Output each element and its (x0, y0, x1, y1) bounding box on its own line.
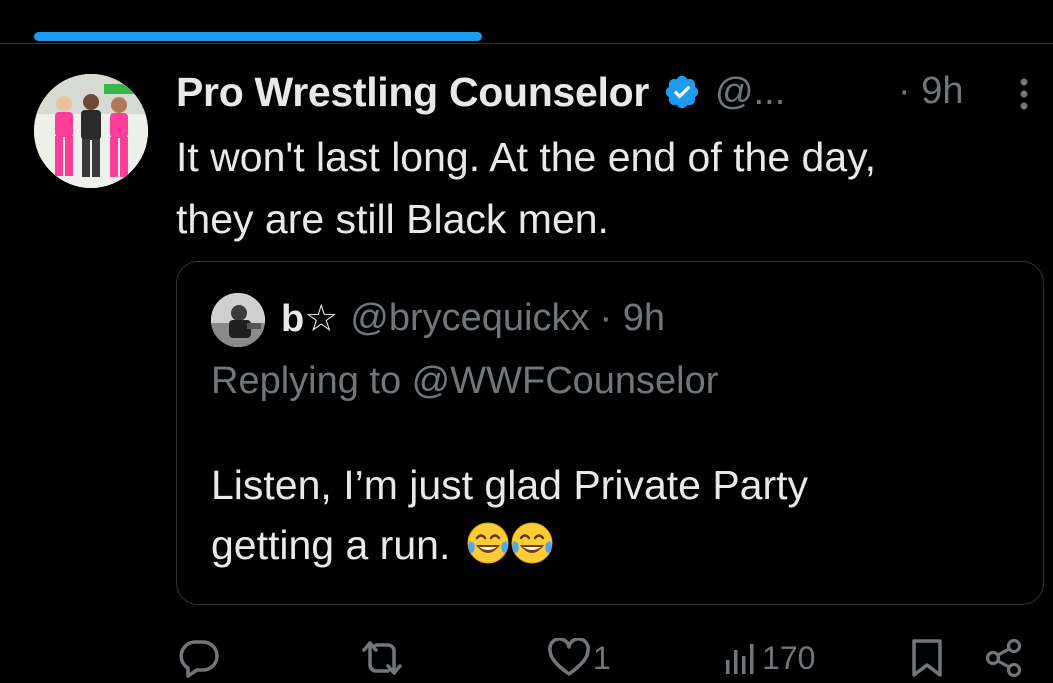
quoted-post-text: Listen, I’m just glad Private Party gett… (211, 455, 808, 575)
views-button[interactable]: 170 (722, 638, 815, 678)
face-with-tears-of-joy-emoji (467, 522, 509, 564)
author-handle[interactable]: @... (715, 71, 785, 114)
like-count: 1 (593, 639, 611, 676)
share-icon (985, 638, 1022, 678)
reply-button[interactable] (177, 638, 221, 678)
post-timestamp[interactable]: · 9h (898, 70, 963, 113)
quoted-text-line-with-emoji: getting a run. (211, 515, 808, 575)
repost-button[interactable] (358, 640, 406, 676)
reply-icon (179, 640, 219, 678)
quoted-text-line: getting a run. (211, 522, 451, 568)
quoted-post-header: b☆ @brycequickx · 9h (281, 296, 665, 341)
avatar-photo-icon (34, 74, 148, 188)
face-with-tears-of-joy-emoji (511, 522, 553, 564)
quoted-author-avatar[interactable] (211, 293, 265, 347)
replying-to-label: Replying to @WWFCounselor (211, 360, 719, 402)
heart-icon (548, 638, 590, 676)
timeline-tabs-divider (0, 43, 1053, 44)
active-tab-indicator (34, 32, 482, 41)
quoted-post-timestamp[interactable]: · 9h (600, 297, 665, 340)
post-action-bar: 1 170 (0, 630, 1053, 680)
post-text: It won't last long. At the end of the da… (176, 126, 1036, 250)
view-count: 170 (762, 639, 816, 676)
quoted-post-card[interactable]: b☆ @brycequickx · 9h Replying to @WWFCou… (176, 261, 1044, 605)
verified-badge-icon (665, 75, 699, 109)
share-button[interactable] (984, 638, 1024, 678)
views-chart-icon (726, 644, 754, 674)
author-name[interactable]: Pro Wrestling Counselor (176, 69, 649, 116)
bookmark-button[interactable] (910, 638, 944, 678)
post-text-line: It won't last long. At the end of the da… (176, 134, 876, 180)
avatar-photo-icon (211, 293, 265, 347)
bookmark-icon (912, 639, 942, 677)
quoted-author-handle[interactable]: @brycequickx (350, 297, 589, 340)
quoted-text-line: Listen, I’m just glad Private Party (211, 462, 809, 508)
author-avatar[interactable] (34, 74, 148, 188)
like-button[interactable]: 1 (547, 638, 611, 678)
repost-icon (362, 641, 402, 675)
post-text-line: they are still Black men. (176, 196, 609, 242)
post-header: Pro Wrestling Counselor @... · 9h (176, 66, 1036, 118)
more-vertical-icon[interactable] (1014, 74, 1034, 114)
quoted-author-name[interactable]: b☆ (281, 296, 338, 341)
